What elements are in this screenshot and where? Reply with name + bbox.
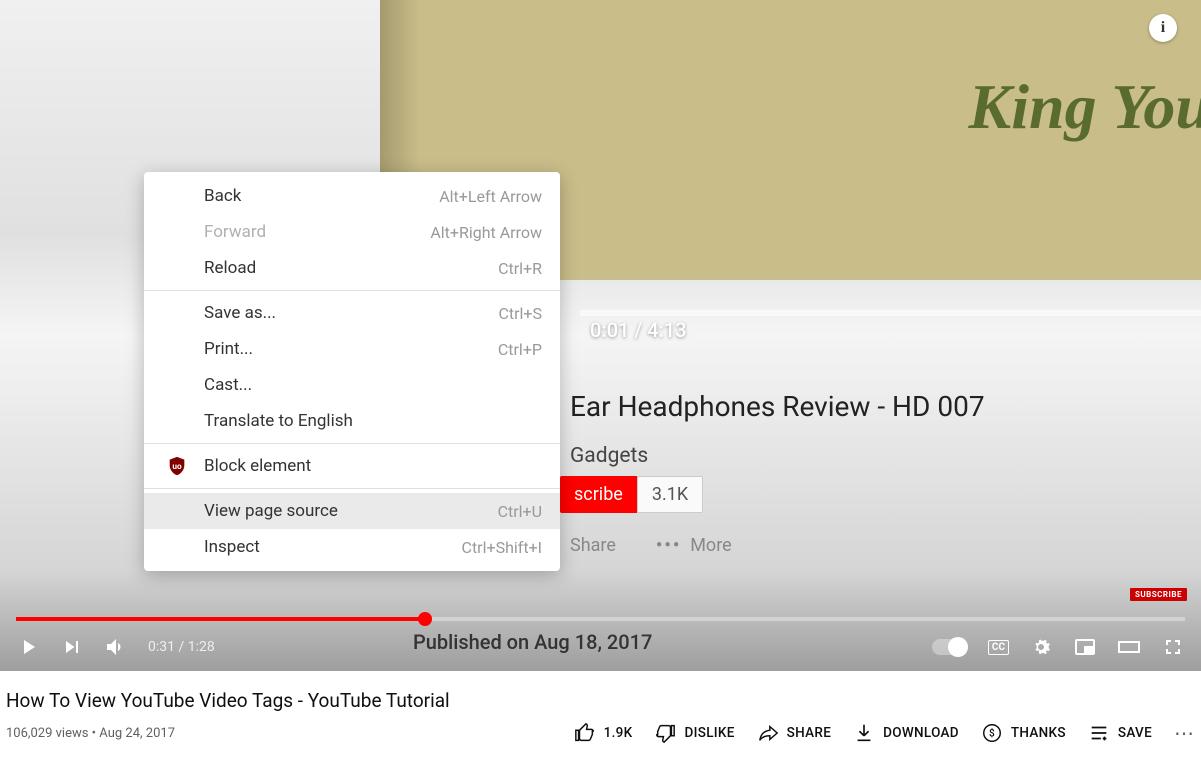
- like-count: 1.9K: [604, 725, 633, 741]
- fullscreen-button[interactable]: [1161, 635, 1185, 659]
- theater-mode-button[interactable]: [1117, 635, 1141, 659]
- inner-subscriber-count: 3.1K: [637, 476, 703, 513]
- menu-separator: [144, 443, 560, 444]
- inner-video-time: 0:01 / 4:13: [590, 318, 687, 342]
- menu-item-label: Print...: [204, 339, 253, 359]
- settings-button[interactable]: [1029, 635, 1053, 659]
- share-label: SHARE: [787, 725, 831, 741]
- progress-played: [16, 617, 425, 621]
- menu-item-label: View page source: [204, 501, 338, 521]
- thanks-button[interactable]: $ THANKS: [981, 722, 1066, 744]
- download-label: DOWNLOAD: [883, 725, 959, 741]
- video-title: How To View YouTube Video Tags - YouTube…: [6, 689, 1195, 712]
- save-button[interactable]: SAVE: [1088, 722, 1152, 744]
- video-player[interactable]: King You 0:01 / 4:13 Ear Headphones Revi…: [0, 0, 1201, 671]
- views-date: 106,029 views • Aug 24, 2017: [6, 726, 175, 741]
- menu-item-label: Save as...: [204, 303, 276, 323]
- inner-channel-name: Gadgets: [570, 444, 648, 468]
- menu-item-label: Inspect: [204, 537, 260, 557]
- menu-separator: [144, 290, 560, 291]
- save-label: SAVE: [1118, 725, 1152, 741]
- inner-video-title: Ear Headphones Review - HD 007: [570, 390, 985, 423]
- dislike-label: DISLIKE: [684, 725, 734, 741]
- like-button[interactable]: 1.9K: [574, 722, 633, 744]
- menu-item-label: Back: [204, 186, 241, 206]
- subscribe-watermark[interactable]: SUBSCRIBE: [1130, 588, 1187, 601]
- autoplay-toggle[interactable]: [932, 639, 968, 655]
- player-time: 0:31 / 1:28: [148, 639, 215, 655]
- menu-item-shortcut: Ctrl+S: [498, 304, 542, 323]
- inner-share-label: Share: [570, 535, 616, 556]
- progress-bar[interactable]: [16, 617, 1185, 621]
- thanks-label: THANKS: [1011, 725, 1066, 741]
- menu-item-print[interactable]: Print... Ctrl+P: [144, 331, 560, 367]
- menu-separator: [144, 488, 560, 489]
- inner-brand-text: King You: [969, 70, 1201, 144]
- menu-item-label: Translate to English: [204, 411, 353, 431]
- menu-item-cast[interactable]: Cast...: [144, 367, 560, 403]
- menu-item-back[interactable]: Back Alt+Left Arrow: [144, 178, 560, 214]
- menu-item-view-page-source[interactable]: View page source Ctrl+U: [144, 493, 560, 529]
- menu-item-label: Forward: [204, 222, 266, 242]
- svg-text:$: $: [989, 727, 995, 740]
- menu-item-translate-to-english[interactable]: Translate to English: [144, 403, 560, 439]
- player-controls: 0:31 / 1:28 CC: [0, 623, 1201, 671]
- inner-subscribe-button: scribe: [560, 476, 637, 513]
- dislike-button[interactable]: DISLIKE: [654, 722, 734, 744]
- menu-item-shortcut: Ctrl+P: [498, 340, 542, 359]
- video-meta: How To View YouTube Video Tags - YouTube…: [0, 671, 1201, 744]
- info-card-icon[interactable]: i: [1149, 14, 1177, 42]
- volume-button[interactable]: [104, 635, 128, 659]
- menu-item-label: Reload: [204, 258, 256, 278]
- menu-item-shortcut: Alt+Right Arrow: [430, 223, 542, 242]
- next-button[interactable]: [60, 635, 84, 659]
- menu-item-inspect[interactable]: Inspect Ctrl+Shift+I: [144, 529, 560, 565]
- download-button[interactable]: DOWNLOAD: [853, 722, 959, 744]
- menu-item-reload[interactable]: Reload Ctrl+R: [144, 250, 560, 286]
- menu-item-save-as[interactable]: Save as... Ctrl+S: [144, 295, 560, 331]
- inner-action-row: Share ••• More: [570, 535, 732, 556]
- menu-item-shortcut: Alt+Left Arrow: [439, 187, 542, 206]
- browser-context-menu: Back Alt+Left Arrow Forward Alt+Right Arrow…: [144, 172, 560, 571]
- menu-item-shortcut: Ctrl+R: [498, 259, 542, 278]
- captions-button[interactable]: CC: [988, 640, 1009, 655]
- miniplayer-button[interactable]: [1073, 635, 1097, 659]
- menu-item-label: Block element: [204, 456, 311, 476]
- inner-more-label: ••• More: [656, 535, 732, 556]
- menu-item-shortcut: Ctrl+U: [498, 502, 542, 521]
- share-button[interactable]: SHARE: [757, 722, 831, 744]
- menu-item-block-element[interactable]: uo Block element: [144, 448, 560, 484]
- menu-item-forward: Forward Alt+Right Arrow: [144, 214, 560, 250]
- ublock-icon: uo: [166, 455, 188, 477]
- action-bar: 1.9K DISLIKE SHARE DOWNLOAD $ THANKS SAV…: [574, 722, 1195, 744]
- menu-item-shortcut: Ctrl+Shift+I: [462, 538, 542, 557]
- menu-item-label: Cast...: [204, 375, 252, 395]
- play-button[interactable]: [16, 635, 40, 659]
- svg-text:uo: uo: [172, 462, 182, 472]
- more-actions-button[interactable]: ⋯: [1174, 723, 1195, 743]
